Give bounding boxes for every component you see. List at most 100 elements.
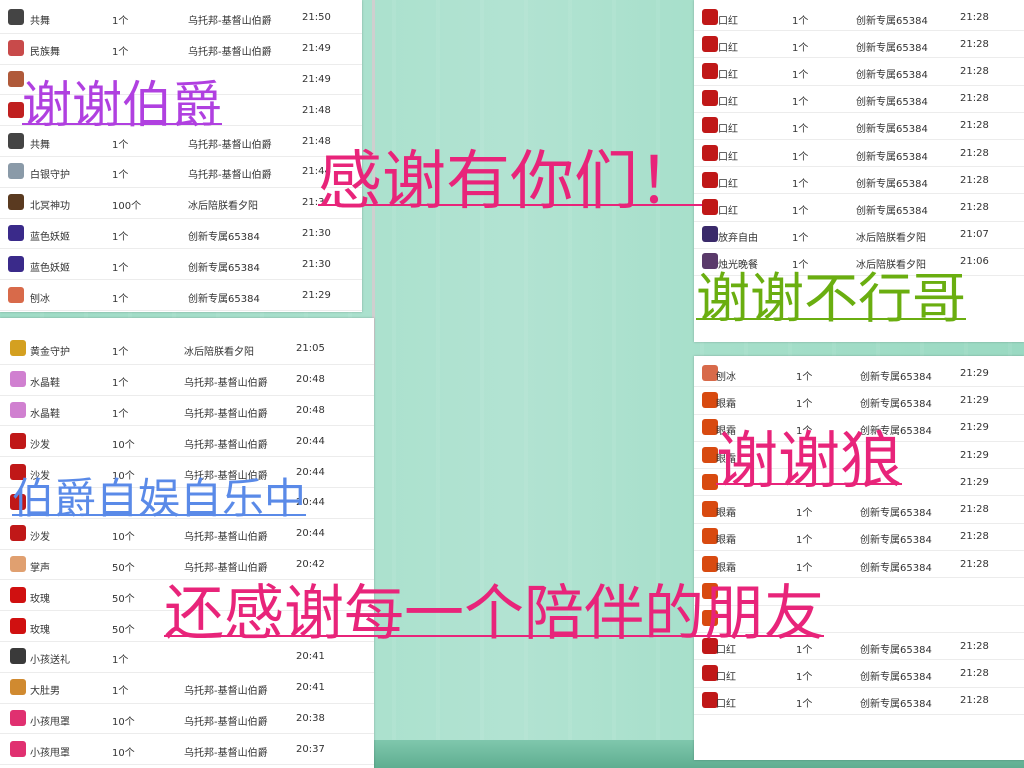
gift-sender: 创新专属65384 <box>856 69 928 81</box>
gift-time: 21:28 <box>960 11 989 23</box>
gift-row: 口红 1个 创新专属65384 21:28 <box>694 86 1024 113</box>
caption-thanks-all: 感谢有你们！ <box>318 145 702 219</box>
gift-row: 口红 1个 创新专属65384 21:28 <box>694 688 1024 715</box>
gift-time: 21:06 <box>960 256 989 268</box>
gift-sender: 创新专属65384 <box>860 562 932 574</box>
gift-row: 共舞 1个 乌托邦-基督山伯爵 21:50 <box>0 3 362 34</box>
crystal-shoe-icon <box>10 401 26 418</box>
lipstick-icon <box>702 198 718 215</box>
clap-icon <box>10 555 26 572</box>
gift-name: 口红 <box>718 151 738 163</box>
gift-time: 21:29 <box>302 289 331 301</box>
gift-row: 小孩甩罩 10个 乌托邦-基督山伯爵 20:37 <box>0 734 374 766</box>
gift-time: 20:38 <box>296 712 325 724</box>
gift-name: 沙发 <box>30 532 50 544</box>
gift-name: 口红 <box>718 97 738 109</box>
caption-thanks-every: 还感谢每一个陪伴的朋友 <box>164 579 824 649</box>
gift-row: 刨冰 1个 创新专属65384 21:29 <box>0 280 362 311</box>
gift-quantity: 1个 <box>792 97 809 109</box>
gift-sender: 创新专属65384 <box>860 644 932 656</box>
gift-row: 口红 1个 创新专属65384 21:28 <box>694 140 1024 168</box>
gift-name: 大肚男 <box>30 686 60 698</box>
gift-quantity: 1个 <box>112 170 129 182</box>
kid-icon <box>10 709 26 726</box>
gift-name: 沙发 <box>30 439 50 451</box>
gift-name: 白银守护 <box>30 170 70 182</box>
gift-row: 刨冰 1个 创新专属65384 21:29 <box>694 360 1024 388</box>
gift-row: 水晶鞋 1个 乌托邦-基督山伯爵 20:48 <box>0 396 374 427</box>
gift-time: 21:29 <box>960 476 989 488</box>
gift-quantity: 1个 <box>792 178 809 190</box>
lipstick-icon <box>702 117 718 134</box>
gift-sender: 乌托邦-基督山伯爵 <box>184 686 268 698</box>
gift-row: 黄金守护 1个 冰后陪朕看夕阳 21:05 <box>0 334 374 365</box>
gift-name: 眼霜 <box>716 535 736 547</box>
gift-name: 玫瑰 <box>30 624 50 636</box>
gift-row: 口红 1个 创新专属65384 21:28 <box>694 167 1024 195</box>
gift-sender: 乌托邦-基督山伯爵 <box>184 408 268 420</box>
gift-time: 20:48 <box>296 404 325 416</box>
gift-sender: 冰后陪朕看夕阳 <box>856 233 926 245</box>
gift-quantity: 10个 <box>112 532 135 544</box>
gift-quantity: 1个 <box>112 47 129 59</box>
gift-quantity: 1个 <box>112 231 129 243</box>
sofa-icon <box>10 525 26 542</box>
gift-row: 放弃自由 1个 冰后陪朕看夕阳 21:07 <box>694 222 1024 249</box>
gift-name: 口红 <box>718 124 738 136</box>
gift-time: 20:48 <box>296 374 325 386</box>
gift-row: 民族舞 1个 乌托邦-基督山伯爵 21:49 <box>0 34 362 65</box>
gift-row: 蓝色妖姬 1个 创新专属65384 21:30 <box>0 249 362 281</box>
gift-sender: 创新专属65384 <box>188 231 260 243</box>
gift-name: 口红 <box>716 699 736 711</box>
gift-quantity: 1个 <box>112 293 129 305</box>
rose-icon <box>10 617 26 634</box>
caption-thanks-count: 谢谢伯爵 <box>22 76 222 134</box>
gift-sender: 创新专属65384 <box>188 293 260 305</box>
gift-name: 放弃自由 <box>718 233 758 245</box>
gift-name: 小孩送礼 <box>30 655 70 667</box>
gift-row: 口红 1个 创新专属65384 21:28 <box>694 113 1024 140</box>
gift-sender: 乌托邦-基督山伯爵 <box>184 562 268 574</box>
gift-time: 21:28 <box>960 504 989 516</box>
lipstick-icon <box>702 62 718 79</box>
gift-sender: 创新专属65384 <box>856 151 928 163</box>
gift-sender: 创新专属65384 <box>860 535 932 547</box>
gift-time: 21:28 <box>960 120 989 132</box>
gift-row: 沙发 10个 乌托邦-基督山伯爵 20:44 <box>0 519 374 550</box>
gift-sender: 乌托邦-基督山伯爵 <box>184 716 268 728</box>
gift-sender: 创新专属65384 <box>860 699 932 711</box>
gift-row: 口红 1个 创新专属65384 21:28 <box>694 194 1024 222</box>
gift-quantity: 1个 <box>112 347 129 359</box>
gift-row: 蓝色妖姬 1个 创新专属65384 21:30 <box>0 219 362 250</box>
gift-name: 蓝色妖姬 <box>30 262 70 274</box>
gift-time: 21:49 <box>302 73 331 85</box>
caption-thanks-lang: 谢谢狼 <box>716 424 903 497</box>
gift-name: 口红 <box>718 178 738 190</box>
gift-quantity: 1个 <box>112 16 129 28</box>
gift-sender: 乌托邦-基督山伯爵 <box>188 16 272 28</box>
gift-time: 20:44 <box>296 528 325 540</box>
gift-name: 蓝色妖姬 <box>30 231 70 243</box>
gift-quantity: 100个 <box>112 201 142 213</box>
gift-time: 21:28 <box>960 38 989 50</box>
gift-quantity: 1个 <box>112 686 129 698</box>
gift-quantity: 1个 <box>792 15 809 27</box>
gift-name: 共舞 <box>30 139 50 151</box>
gift-time: 21:28 <box>960 93 989 105</box>
blue-rose-icon <box>8 224 24 241</box>
gift-panel-bottom-left: 黄金守护 1个 冰后陪朕看夕阳 21:05 水晶鞋 1个 乌托邦-基督山伯爵 20:48 水晶鞋… <box>0 318 374 768</box>
gift-time: 21:05 <box>296 343 325 355</box>
gift-row: 大肚男 1个 乌托邦-基督山伯爵 20:41 <box>0 673 374 704</box>
gift-sender: 创新专属65384 <box>856 15 928 27</box>
gift-sender: 创新专属65384 <box>860 371 932 383</box>
gift-row: 小孩甩罩 10个 乌托邦-基督山伯爵 20:38 <box>0 704 374 735</box>
book-icon <box>8 194 24 211</box>
gift-name: 民族舞 <box>30 47 60 59</box>
lipstick-icon <box>702 90 718 107</box>
gift-sender: 创新专属65384 <box>860 398 932 410</box>
gift-name: 共舞 <box>30 16 50 28</box>
gift-name: 眼霜 <box>716 562 736 574</box>
gift-name: 眼霜 <box>716 398 736 410</box>
gift-sender: 乌托邦-基督山伯爵 <box>184 747 268 759</box>
gift-row: 口红 1个 创新专属65384 21:28 <box>694 660 1024 688</box>
